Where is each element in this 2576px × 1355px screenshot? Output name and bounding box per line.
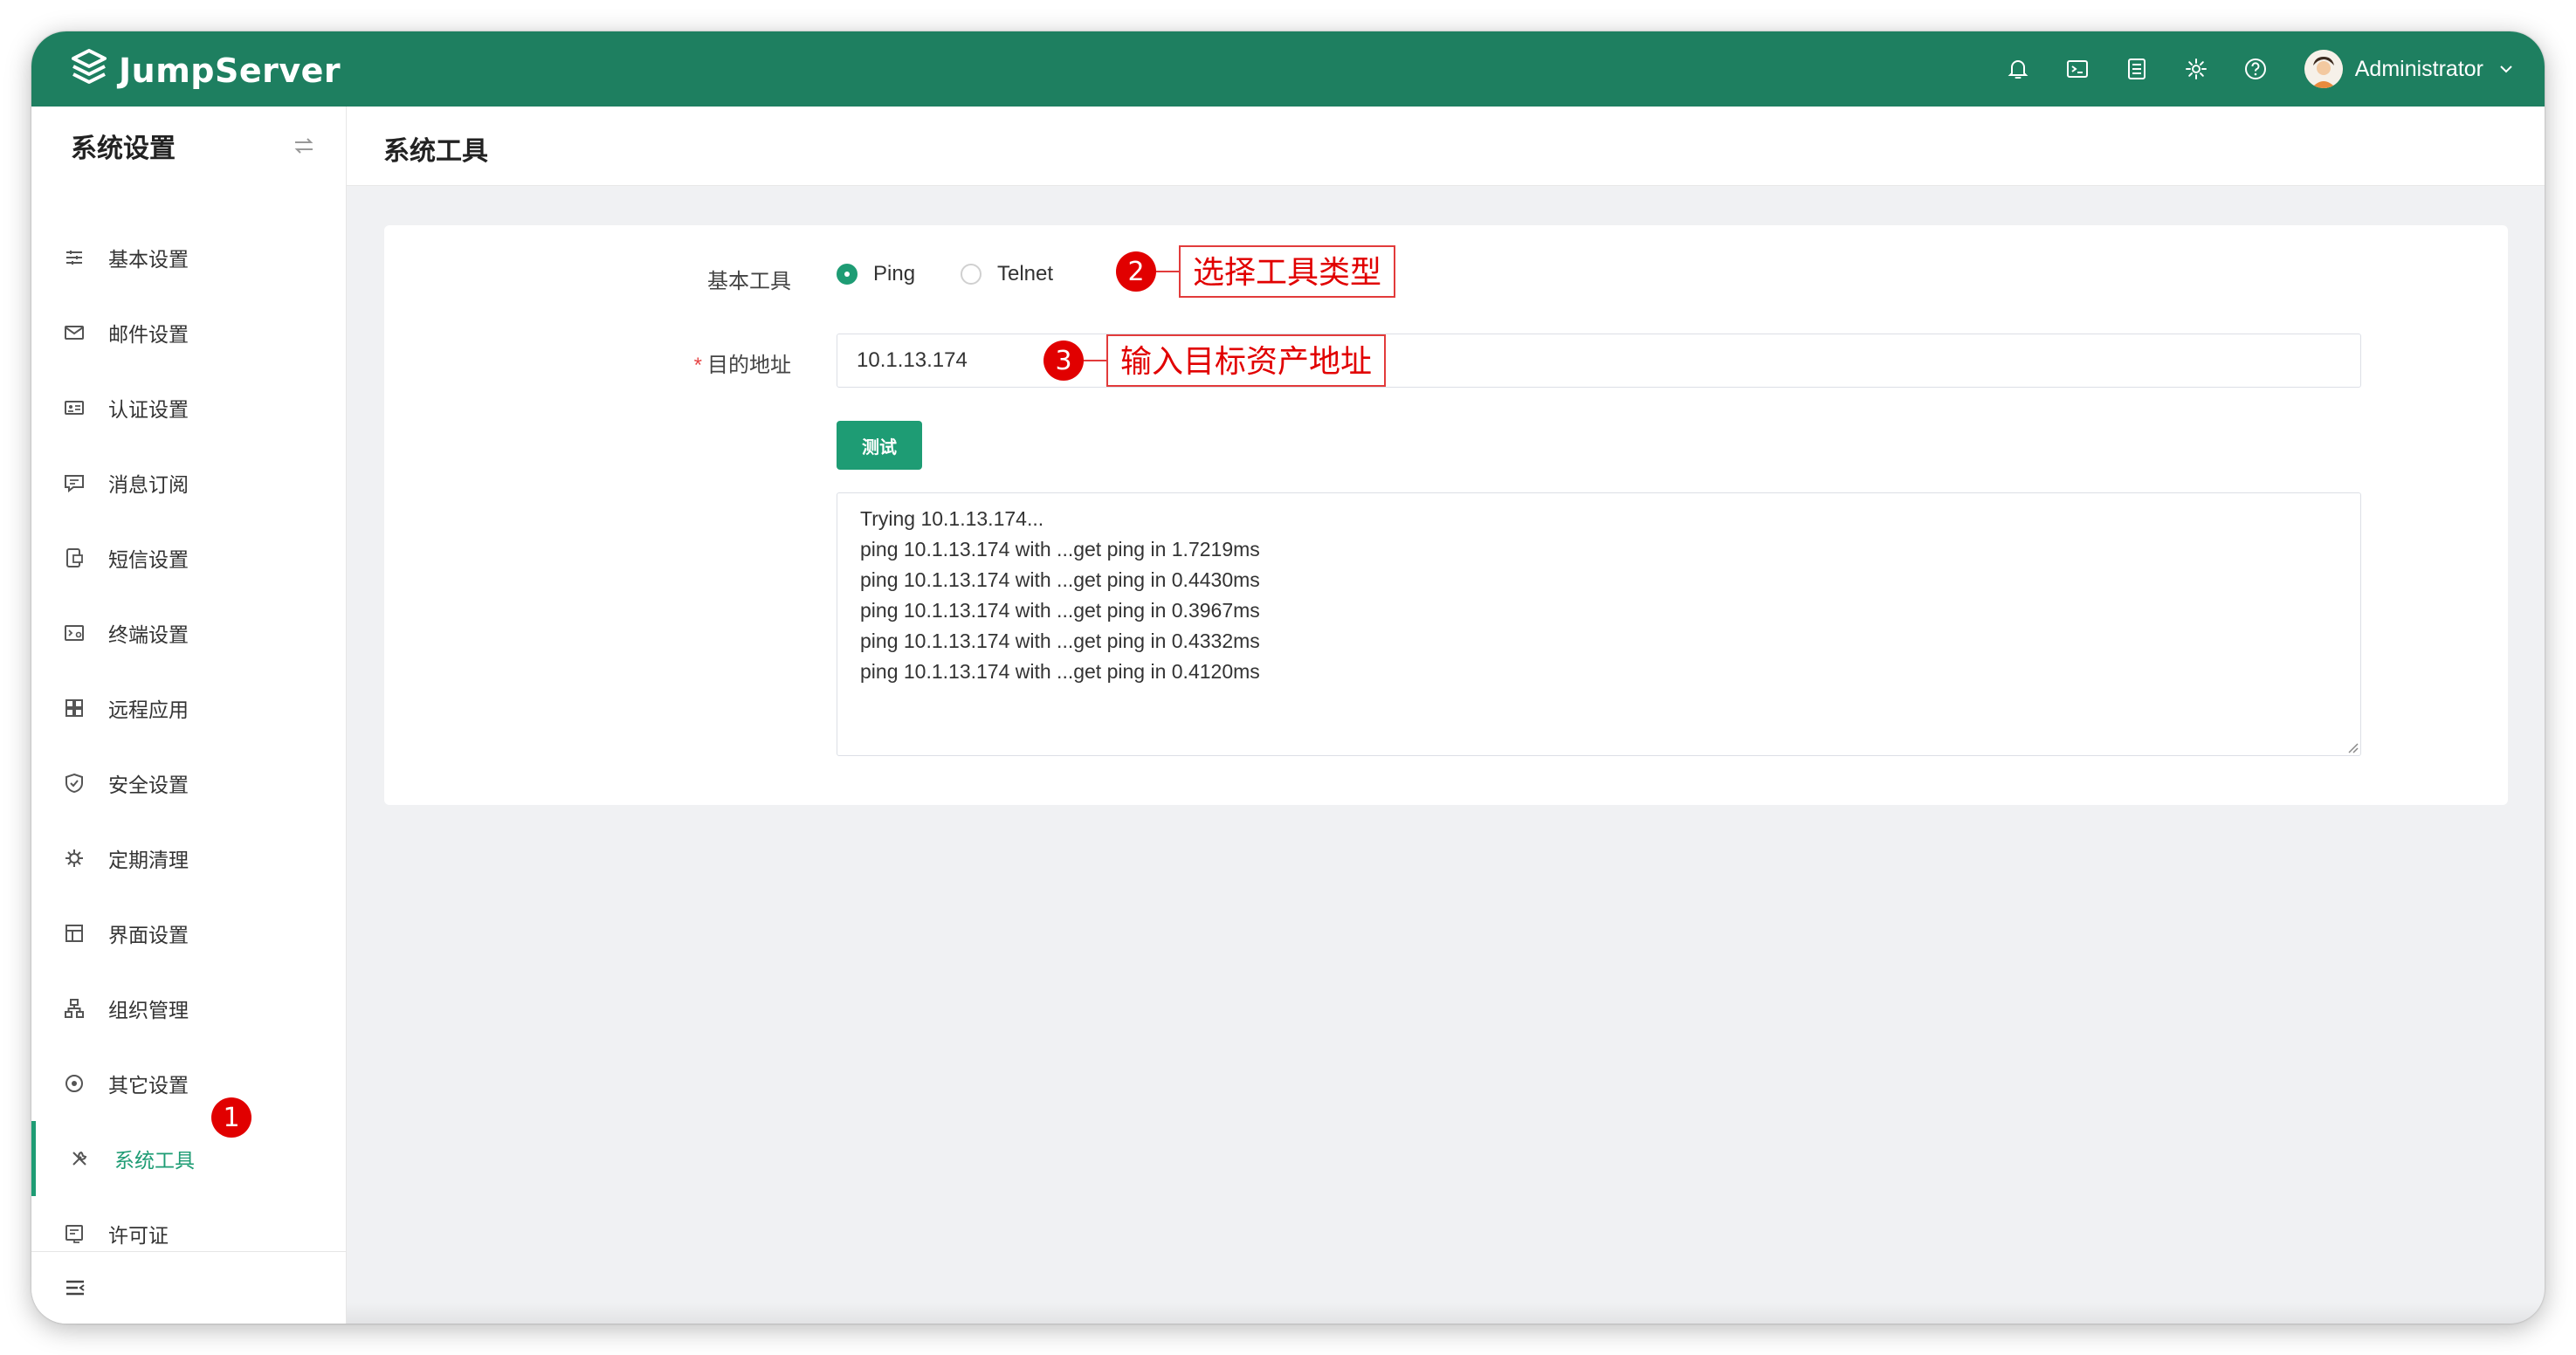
radio-telnet-dot[interactable] [961, 264, 981, 285]
sidebar-item-label: 安全设置 [108, 774, 189, 796]
sidebar-item-label: 定期清理 [108, 849, 189, 871]
user-name: Administrator [2354, 56, 2483, 81]
annotation-callout-2: 选择工具类型 [1179, 245, 1396, 298]
test-button[interactable]: 测试 [837, 421, 922, 470]
message-icon [63, 471, 86, 494]
sidebar-item-cleaning[interactable]: 定期清理 [31, 821, 346, 896]
output-textarea[interactable]: Trying 10.1.13.174... ping 10.1.13.174 w… [837, 492, 2361, 756]
switch-view-icon[interactable] [292, 134, 316, 158]
tools-icon [68, 1147, 91, 1170]
terminal-settings-icon [63, 622, 86, 644]
target-address-label-text: 目的地址 [707, 354, 791, 377]
sidebar-item-label: 其它设置 [108, 1074, 189, 1097]
sidebar-item-label: 系统工具 [114, 1149, 195, 1172]
logo[interactable]: JumpServer [68, 47, 341, 93]
tool-form-card: 基本工具 Ping Telnet * 目的地址 10.1.13.174 测试 Tr… [384, 225, 2508, 805]
sidebar-item-org[interactable]: 组织管理 [31, 971, 346, 1046]
target-icon [63, 1072, 86, 1095]
sidebar: 系统设置 基本设置 邮件设置 认证设置 消息订阅 短信设置 终端设置 远程应用 … [31, 107, 347, 1324]
sidebar-item-label: 远程应用 [108, 698, 189, 721]
sms-icon [63, 547, 86, 569]
shield-icon [63, 772, 86, 794]
collapse-menu-icon[interactable] [63, 1276, 87, 1300]
radio-ping[interactable]: Ping [837, 262, 915, 286]
output-line: ping 10.1.13.174 with ...get ping in 0.4… [860, 660, 1260, 683]
sidebar-item-interface[interactable]: 界面设置 [31, 896, 346, 971]
annotation-connector [1084, 360, 1106, 361]
required-mark: * [693, 354, 702, 377]
help-icon[interactable] [2226, 31, 2285, 107]
sidebar-item-basic[interactable]: 基本设置 [31, 220, 346, 295]
tool-type-label: 基本工具 [707, 270, 791, 293]
sidebar-title: 系统设置 [71, 134, 176, 163]
clean-icon [63, 847, 86, 870]
sidebar-item-auth[interactable]: 认证设置 [31, 370, 346, 445]
chevron-down-icon [2500, 65, 2512, 73]
bell-icon[interactable] [1988, 31, 2048, 107]
annotation-badge-2: 2 [1116, 251, 1156, 292]
sliders-icon [63, 246, 86, 269]
sidebar-item-remote-apps[interactable]: 远程应用 [31, 671, 346, 746]
sidebar-item-system-tools[interactable]: 系统工具 [31, 1121, 346, 1196]
sidebar-footer [31, 1251, 346, 1324]
layout-icon [63, 922, 86, 945]
annotation-badge-3: 3 [1043, 340, 1084, 381]
annotation-callout-3: 输入目标资产地址 [1106, 334, 1387, 387]
sidebar-item-label: 基本设置 [108, 248, 189, 271]
output-line: Trying 10.1.13.174... [860, 507, 1044, 530]
id-card-icon [63, 396, 86, 419]
sidebar-item-other[interactable]: 其它设置 [31, 1046, 346, 1121]
sidebar-item-label: 认证设置 [108, 398, 189, 421]
sidebar-item-label: 消息订阅 [108, 473, 189, 496]
page-header: 系统工具 [347, 107, 2545, 186]
app-window: JumpServer Administrator 系统设置 基本设置 邮件设置 … [31, 31, 2545, 1324]
active-indicator [31, 1121, 36, 1196]
sidebar-item-label: 终端设置 [108, 623, 189, 646]
radio-ping-dot[interactable] [837, 264, 858, 285]
target-address-label: * 目的地址 [694, 347, 791, 378]
page-title: 系统工具 [383, 137, 488, 166]
sidebar-item-subscription[interactable]: 消息订阅 [31, 445, 346, 520]
top-navbar: JumpServer Administrator [31, 31, 2545, 107]
terminal-icon[interactable] [2048, 31, 2107, 107]
user-menu[interactable]: Administrator [2304, 50, 2515, 88]
avatar [2304, 50, 2343, 88]
annotation-connector [1156, 271, 1179, 272]
license-icon [63, 1222, 86, 1245]
radio-ping-label: Ping [873, 262, 916, 285]
org-icon [63, 997, 86, 1020]
bottom-shade [347, 1303, 2545, 1324]
radio-telnet[interactable]: Telnet [961, 262, 1053, 286]
sidebar-item-email[interactable]: 邮件设置 [31, 295, 346, 370]
sidebar-item-sms[interactable]: 短信设置 [31, 520, 346, 595]
output-line: ping 10.1.13.174 with ...get ping in 0.4… [860, 568, 1260, 591]
sidebar-item-label: 短信设置 [108, 548, 189, 571]
sidebar-item-label: 界面设置 [108, 924, 189, 946]
sidebar-item-label: 邮件设置 [108, 323, 189, 346]
mail-icon [63, 321, 86, 344]
annotation-badge-1: 1 [211, 1097, 251, 1138]
radio-telnet-label: Telnet [997, 262, 1054, 285]
gear-icon[interactable] [2166, 31, 2226, 107]
apps-icon [63, 697, 86, 719]
list-icon[interactable] [2107, 31, 2166, 107]
output-line: ping 10.1.13.174 with ...get ping in 1.7… [860, 538, 1260, 561]
resize-handle-icon[interactable] [2346, 741, 2359, 753]
sidebar-item-security[interactable]: 安全设置 [31, 746, 346, 821]
logo-text: JumpServer [119, 51, 341, 90]
sidebar-item-terminal[interactable]: 终端设置 [31, 595, 346, 671]
jumpserver-logo-icon [68, 47, 110, 93]
output-line: ping 10.1.13.174 with ...get ping in 0.3… [860, 599, 1260, 622]
sidebar-item-label: 组织管理 [108, 999, 189, 1021]
sidebar-item-label: 许可证 [108, 1224, 169, 1247]
output-line: ping 10.1.13.174 with ...get ping in 0.4… [860, 629, 1260, 652]
